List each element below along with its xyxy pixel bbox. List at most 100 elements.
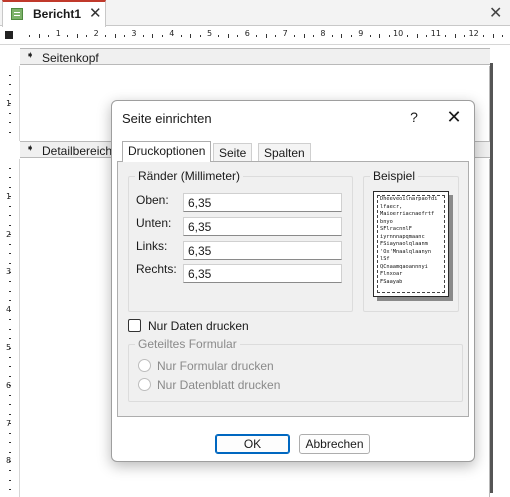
close-document-icon[interactable]: ✕ — [489, 3, 502, 23]
ruler-minor-tick — [388, 35, 390, 37]
section-bar-page-header[interactable]: ➧ Seitenkopf — [20, 48, 490, 65]
preview-text-line: Maioerriacnaefrtf — [380, 211, 435, 218]
ruler-minor-tick — [38, 34, 40, 38]
margins-legend: Ränder (Millimeter) — [135, 169, 244, 183]
report-right-edge[interactable] — [490, 63, 493, 493]
ruler-minor-tick — [265, 34, 267, 38]
preview-text-line: iyrnnnapqmaanc — [380, 233, 425, 240]
vertical-ruler-header: 1 — [0, 66, 20, 141]
ruler-minor-tick — [9, 177, 11, 179]
ruler-tick-label: 9 — [358, 29, 364, 38]
ruler-minor-tick — [501, 35, 503, 37]
ruler-minor-tick — [227, 34, 229, 38]
ruler-minor-tick — [454, 34, 456, 38]
ruler-minor-tick — [114, 34, 116, 38]
report-selector-icon[interactable] — [5, 31, 13, 39]
preview-text-line: lfaecr, — [380, 203, 403, 210]
print-data-only-label[interactable]: Nur Daten drucken — [148, 319, 249, 333]
preview-text-line: Flnxoar — [380, 271, 403, 278]
preview-text-line: 'Ox'Mnaalqlaanyn — [380, 248, 432, 255]
ruler-minor-tick — [9, 262, 11, 264]
ruler-minor-tick — [9, 75, 11, 76]
ruler-minor-tick — [190, 34, 192, 38]
ruler-minor-tick — [67, 35, 69, 37]
print-form-only-radio[interactable] — [138, 359, 151, 372]
margin-bottom-input[interactable] — [183, 217, 342, 236]
ruler-minor-tick — [350, 35, 352, 37]
margin-right-label: Rechts: — [136, 262, 177, 276]
ruler-minor-tick — [9, 103, 11, 105]
margin-top-label: Oben: — [136, 193, 169, 207]
ruler-minor-tick — [312, 35, 314, 37]
ruler-minor-tick — [9, 460, 11, 462]
ruler-minor-tick — [9, 272, 11, 273]
ruler-minor-tick — [9, 357, 11, 358]
cancel-button[interactable]: Abbrechen — [299, 434, 370, 454]
margin-left-input[interactable] — [183, 241, 342, 260]
ruler-minor-tick — [9, 290, 11, 292]
section-label-page-header: Seitenkopf — [42, 51, 99, 65]
ruler-tick-label: 12 — [468, 29, 479, 38]
ruler-minor-tick — [9, 168, 11, 169]
ruler-minor-tick — [9, 309, 11, 311]
print-datasheet-only-label: Nur Datenblatt drucken — [157, 378, 281, 392]
close-tab-icon[interactable]: ✕ — [89, 4, 102, 22]
ruler-minor-tick — [29, 35, 31, 37]
ruler-tick-label: 7 — [282, 29, 288, 38]
document-tab-title: Bericht1 — [33, 7, 82, 21]
ruler-minor-tick — [445, 35, 447, 37]
horizontal-ruler: 1 2 3 4 5 6 7 8 9 10 11 12 — [0, 27, 510, 45]
ruler-minor-tick — [9, 366, 11, 368]
document-tab-bar: Bericht1 ✕ ✕ — [0, 0, 510, 27]
tab-druckoptionen[interactable]: Druckoptionen — [122, 141, 212, 162]
ruler-minor-tick — [464, 35, 466, 37]
ruler-minor-tick — [76, 34, 78, 38]
preview-text-line: lSf — [380, 256, 390, 263]
section-arrow-icon: ➧ — [26, 143, 35, 154]
help-icon[interactable]: ? — [404, 107, 424, 127]
report-icon — [11, 8, 23, 20]
ruler-minor-tick — [275, 35, 277, 37]
ruler-minor-tick — [341, 34, 343, 38]
page-setup-dialog: Seite einrichten ? ✕ Druckoptionen Seite… — [111, 100, 475, 462]
ruler-minor-tick — [9, 451, 11, 453]
ruler-minor-tick — [9, 186, 11, 188]
print-datasheet-only-radio[interactable] — [138, 378, 151, 391]
document-tab-bericht1[interactable]: Bericht1 ✕ — [2, 0, 106, 27]
ruler-minor-tick — [218, 35, 220, 37]
margin-bottom-label: Unten: — [136, 216, 172, 230]
ruler-minor-tick — [9, 394, 11, 396]
ruler-minor-tick — [9, 404, 11, 406]
tab-spalten[interactable]: Spalten — [258, 143, 311, 162]
ruler-minor-tick — [9, 489, 11, 491]
page-preview: Dheeveoilnarpaofdi lfaecr, Maioerriacnaefr… — [373, 191, 449, 297]
margin-left-label: Links: — [136, 239, 168, 253]
ruler-minor-tick — [426, 35, 428, 37]
ruler-minor-tick — [294, 35, 295, 37]
ruler-minor-tick — [9, 196, 11, 198]
ruler-tick-label: 3 — [131, 29, 137, 38]
ruler-minor-tick — [9, 300, 11, 302]
print-form-only-label: Nur Formular drucken — [157, 359, 274, 373]
margin-right-input[interactable] — [183, 264, 342, 283]
ruler-minor-tick — [9, 423, 11, 425]
preview-text-line: SFlracnnlF — [380, 226, 412, 233]
print-data-only-checkbox[interactable] — [128, 319, 141, 332]
ruler-minor-tick — [9, 319, 11, 321]
ruler-minor-tick — [379, 34, 381, 38]
margin-top-input[interactable] — [183, 193, 342, 212]
ruler-minor-tick — [9, 281, 11, 283]
ruler-tick-label: 6 — [244, 29, 250, 38]
tab-seite[interactable]: Seite — [213, 143, 253, 162]
ruler-minor-tick — [9, 385, 11, 387]
close-icon[interactable]: ✕ — [444, 107, 464, 127]
ruler-minor-tick — [9, 442, 11, 443]
ruler-minor-tick — [416, 34, 418, 38]
ok-button[interactable]: OK — [215, 434, 290, 454]
ruler-tick-label: 2 — [93, 29, 99, 38]
ruler-minor-tick — [9, 243, 11, 245]
ruler-minor-tick — [492, 34, 494, 38]
ruler-minor-tick — [303, 34, 305, 38]
ruler-minor-tick — [9, 413, 11, 415]
ruler-minor-tick — [9, 328, 11, 330]
